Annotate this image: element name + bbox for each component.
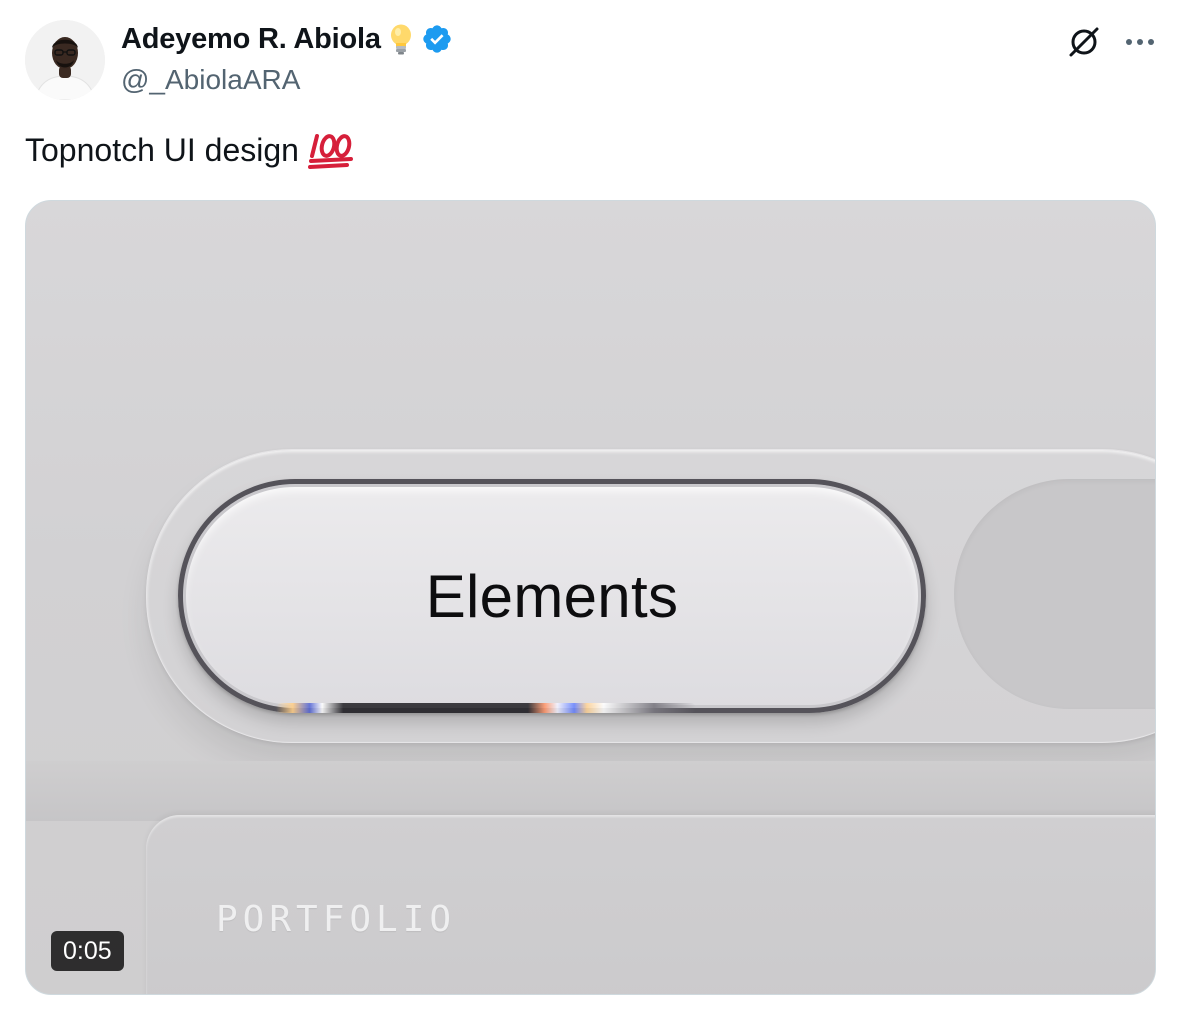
video-duration-badge: 0:05 bbox=[51, 931, 124, 971]
tweet-text-content: Topnotch UI design bbox=[25, 131, 299, 168]
light-bulb-icon bbox=[385, 22, 417, 56]
video-player[interactable]: Elements PORTFOLIO 0:05 bbox=[25, 200, 1156, 995]
lower-shadow-band bbox=[26, 761, 1155, 821]
tweet-text: Topnotch UI design bbox=[25, 130, 355, 170]
verified-badge-icon[interactable] bbox=[421, 22, 453, 56]
elements-button-label: Elements bbox=[425, 562, 679, 630]
elements-button: Elements bbox=[178, 479, 926, 713]
avatar-photo bbox=[25, 20, 105, 100]
avatar[interactable] bbox=[25, 20, 105, 100]
button-glare-highlight bbox=[276, 703, 696, 713]
grok-icon[interactable] bbox=[1064, 22, 1104, 62]
author-name-row: Adeyemo R. Abiola bbox=[121, 22, 453, 56]
more-options-icon[interactable] bbox=[1120, 22, 1160, 62]
author-display-name[interactable]: Adeyemo R. Abiola bbox=[121, 23, 381, 56]
hundred-points-icon bbox=[307, 130, 355, 170]
portfolio-label: PORTFOLIO bbox=[216, 899, 457, 940]
tweet: Adeyemo R. Abiola @_AbiolaARA Topnotch U… bbox=[0, 0, 1180, 1028]
author-handle[interactable]: @_AbiolaARA bbox=[121, 64, 300, 96]
